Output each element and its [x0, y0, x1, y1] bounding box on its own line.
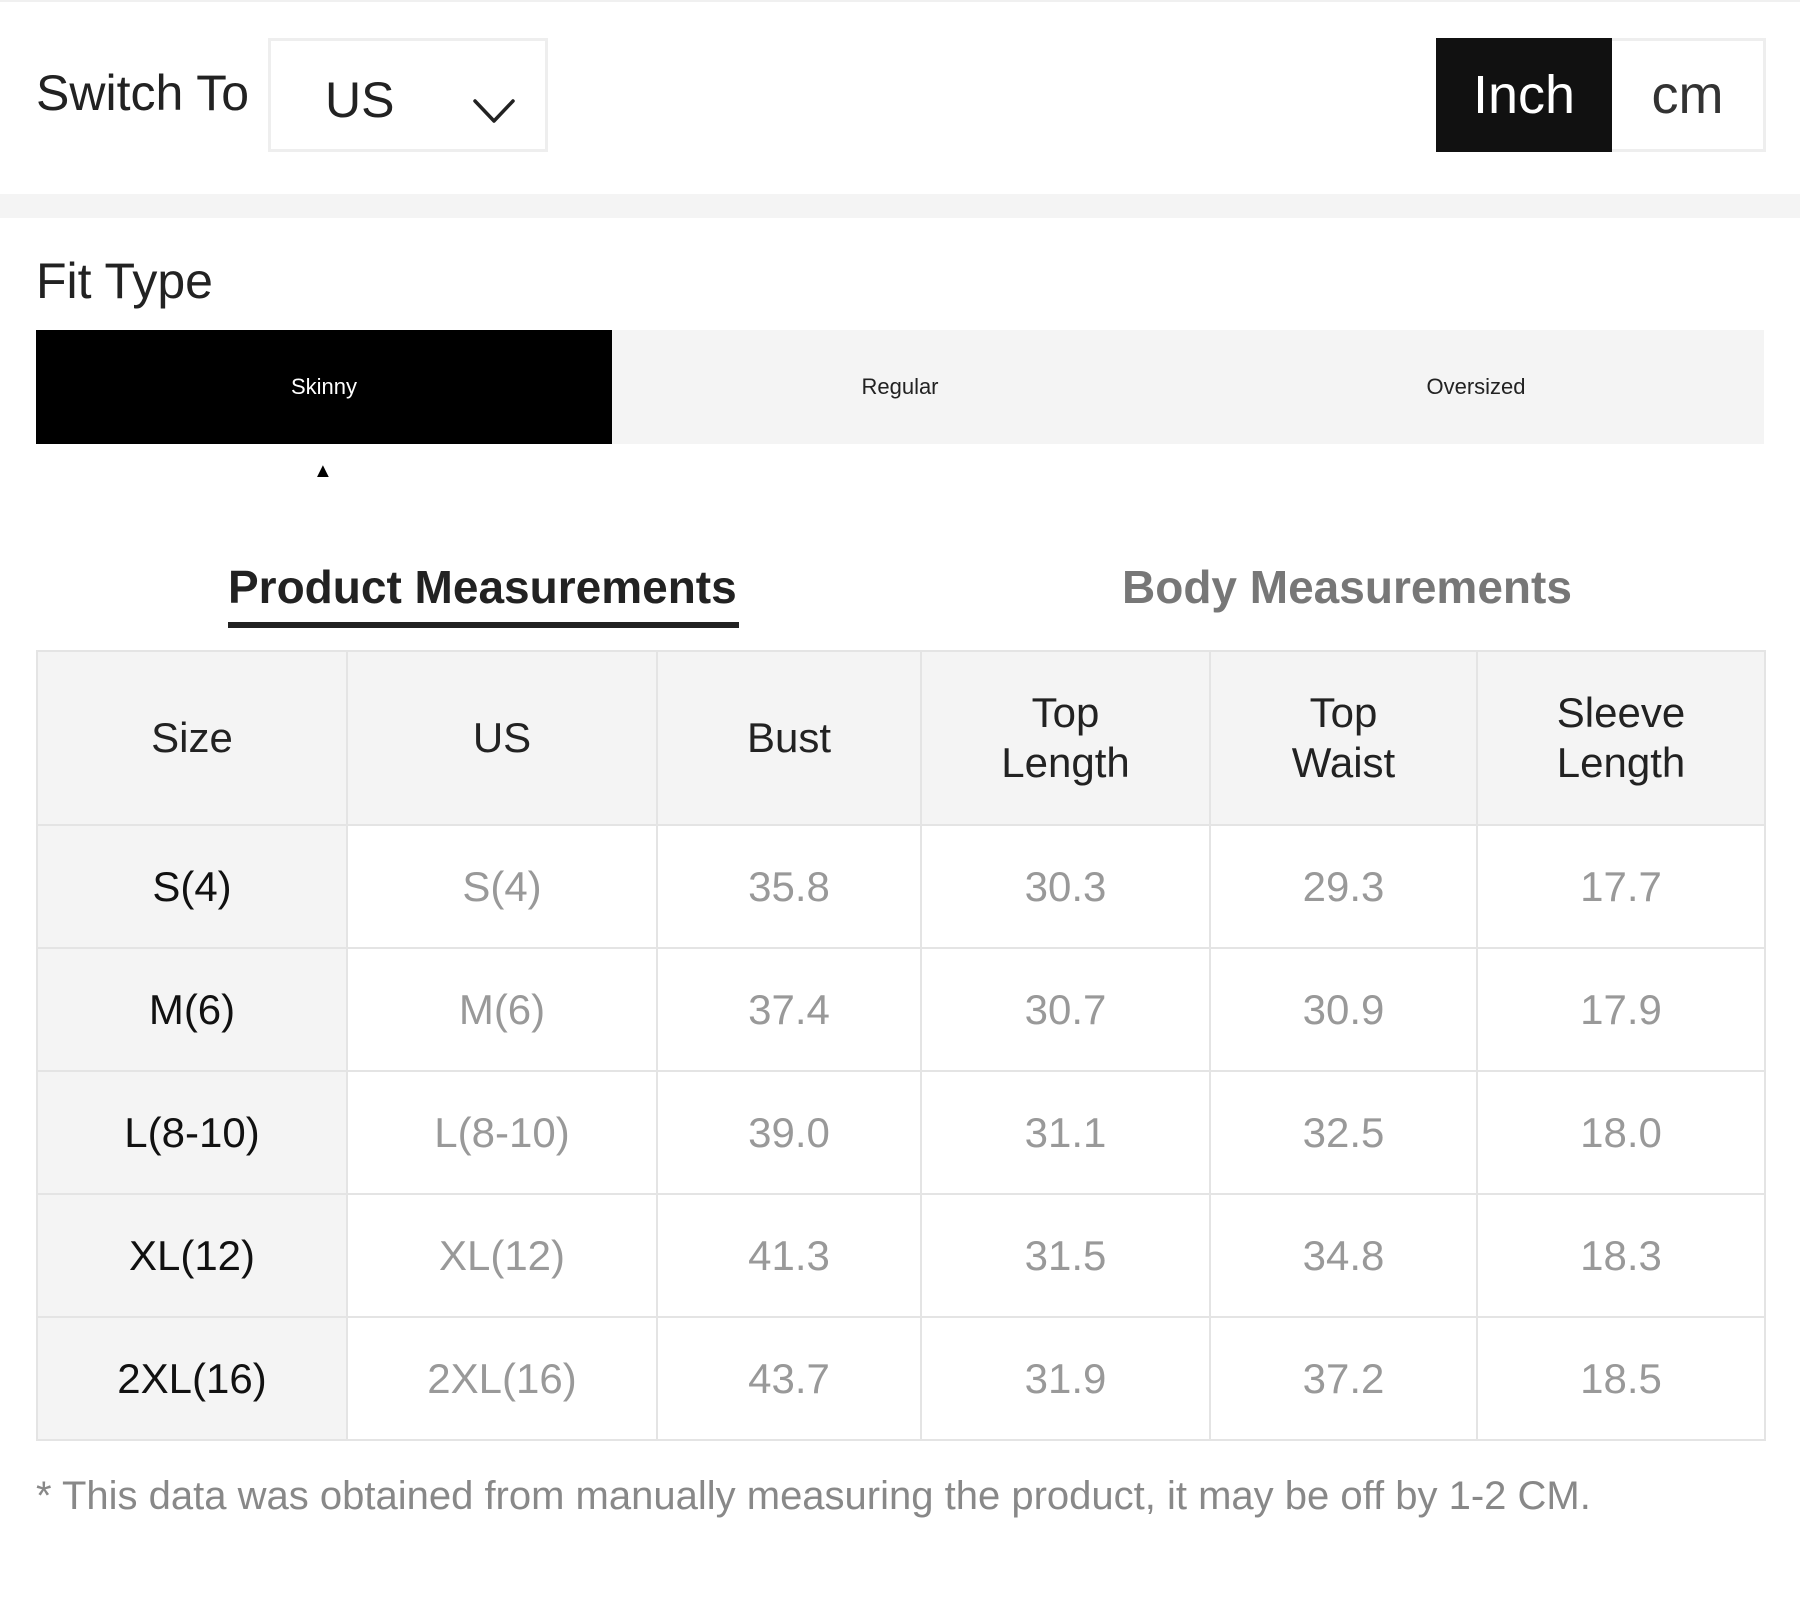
measurement-cell: 17.7 [1476, 824, 1766, 949]
measurement-cell: M(6) [346, 947, 658, 1072]
column-header-text: Length [1001, 739, 1130, 786]
measurement-cell: 32.5 [1209, 1070, 1478, 1195]
measurement-cell: 18.5 [1476, 1316, 1766, 1441]
size-switch-bar: Switch To US Inch cm [0, 0, 1800, 192]
section-divider [0, 194, 1800, 218]
table-row: 2XL(16) 2XL(16) 43.7 31.9 37.2 18.5 [36, 1316, 1766, 1441]
table-body: S(4) S(4) 35.8 30.3 29.3 17.7 M(6) M(6) 37.4 30.7… [36, 824, 1766, 1441]
measurement-cell: 2XL(16) [346, 1316, 658, 1441]
column-header: Bust [656, 650, 922, 826]
unit-cm-button[interactable]: cm [1612, 38, 1766, 152]
column-header-text: Length [1556, 739, 1686, 786]
measurement-cell: 31.1 [920, 1070, 1211, 1195]
fit-tab-oversized[interactable]: Oversized [1188, 330, 1764, 444]
column-header: Sleeve Length [1476, 650, 1766, 826]
column-header-text: Sleeve [1556, 689, 1686, 736]
column-header-text: US [472, 714, 532, 761]
fit-tab-regular[interactable]: Regular [612, 330, 1188, 444]
tab-body-measurements[interactable]: Body Measurements [1122, 560, 1572, 614]
table-row: XL(12) XL(12) 41.3 31.5 34.8 18.3 [36, 1193, 1766, 1318]
size-cell: M(6) [36, 947, 348, 1072]
table-row: S(4) S(4) 35.8 30.3 29.3 17.7 [36, 824, 1766, 949]
size-cell: XL(12) [36, 1193, 348, 1318]
measurement-cell: L(8-10) [346, 1070, 658, 1195]
size-chart-table: Size US Bust Top Length Top Waist Sleeve Length … [36, 650, 1766, 1441]
size-cell: S(4) [36, 824, 348, 949]
measurement-cell: 35.8 [656, 824, 922, 949]
measurement-cell: 41.3 [656, 1193, 922, 1318]
column-header-text: Waist [1291, 739, 1396, 786]
measurement-cell: XL(12) [346, 1193, 658, 1318]
column-header-text: Bust [746, 714, 832, 761]
measurement-cell: 37.4 [656, 947, 922, 1072]
measurement-cell: 17.9 [1476, 947, 1766, 1072]
measurement-cell: 37.2 [1209, 1316, 1478, 1441]
measurement-cell: S(4) [346, 824, 658, 949]
measurement-cell: 43.7 [656, 1316, 922, 1441]
table-row: L(8-10) L(8-10) 39.0 31.1 32.5 18.0 [36, 1070, 1766, 1195]
column-header-text: Top [1031, 689, 1100, 736]
column-header-text: Top [1309, 689, 1378, 736]
tab-product-measurements[interactable]: Product Measurements [228, 560, 739, 628]
measurement-disclaimer: * This data was obtained from manually m… [36, 1474, 1591, 1518]
measurement-cell: 39.0 [656, 1070, 922, 1195]
measurement-cell: 30.9 [1209, 947, 1478, 1072]
measurement-cell: 29.3 [1209, 824, 1478, 949]
measurement-cell: 18.0 [1476, 1070, 1766, 1195]
table-header-row: Size US Bust Top Length Top Waist Sleeve Length [36, 650, 1766, 826]
measurement-cell: 31.9 [920, 1316, 1211, 1441]
column-header: US [346, 650, 658, 826]
fit-selected-pointer-icon: ▲ [313, 460, 333, 482]
region-select-value: US [325, 72, 395, 128]
size-cell: 2XL(16) [36, 1316, 348, 1441]
size-guide-page: Switch To US Inch cm Fit Type Skinny Reg… [0, 0, 1800, 1606]
fit-type-title: Fit Type [36, 253, 213, 309]
unit-inch-button[interactable]: Inch [1436, 38, 1612, 152]
fit-tab-skinny[interactable]: Skinny [36, 330, 612, 444]
measurement-cell: 31.5 [920, 1193, 1211, 1318]
measurement-cell: 34.8 [1209, 1193, 1478, 1318]
chevron-down-icon [473, 99, 515, 123]
column-header: Top Length [920, 650, 1211, 826]
unit-toggle: Inch cm [1436, 38, 1766, 152]
size-cell: L(8-10) [36, 1070, 348, 1195]
fit-type-tabs: Skinny Regular Oversized [36, 330, 1764, 444]
column-header: Size [36, 650, 348, 826]
measurement-cell: 30.3 [920, 824, 1211, 949]
column-header: Top Waist [1209, 650, 1478, 826]
measurement-cell: 18.3 [1476, 1193, 1766, 1318]
measurement-cell: 30.7 [920, 947, 1211, 1072]
table-row: M(6) M(6) 37.4 30.7 30.9 17.9 [36, 947, 1766, 1072]
region-size-select[interactable]: US [268, 38, 548, 152]
column-header-text: Size [151, 714, 233, 761]
switch-to-label: Switch To [36, 65, 250, 121]
